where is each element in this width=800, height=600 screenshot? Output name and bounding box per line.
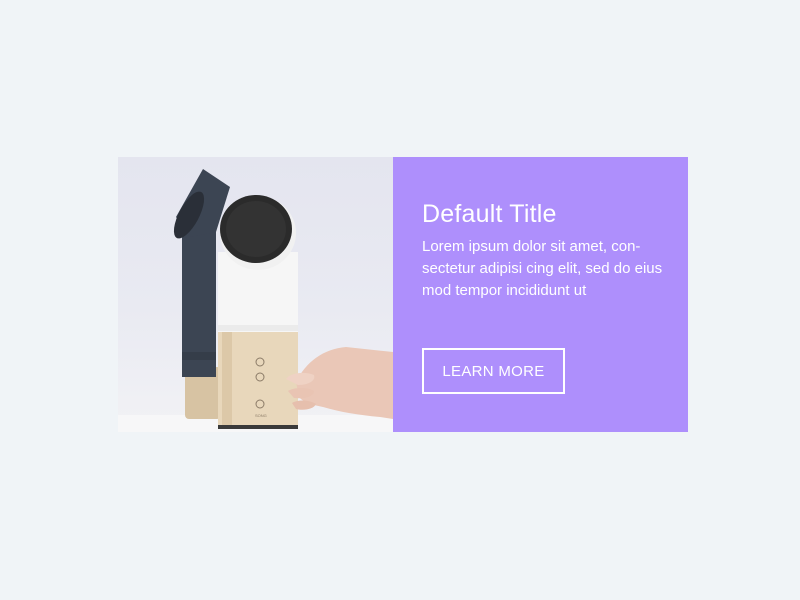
content-panel: Default Title Lorem ipsum dolor sit amet… — [393, 157, 688, 432]
promo-card: SONG Default Title Lorem ipsum dolor sit… — [118, 157, 688, 432]
white-speaker: SONG — [218, 195, 298, 429]
hand — [286, 347, 393, 419]
speaker-brand-label: SONG — [255, 413, 267, 418]
card-title: Default Title — [422, 200, 557, 228]
card-description: Lorem ipsum dolor sit amet, con-sectetur… — [422, 238, 663, 299]
learn-more-button[interactable]: LEARN MORE — [422, 348, 565, 394]
speakers-illustration: SONG — [118, 169, 393, 432]
product-image: SONG — [118, 157, 393, 432]
